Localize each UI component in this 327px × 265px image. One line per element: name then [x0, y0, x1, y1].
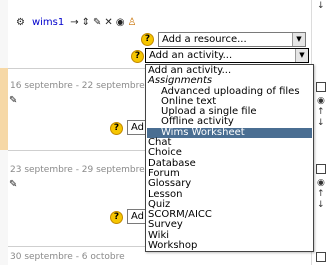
- wims-module-icon: ⚙: [16, 16, 25, 28]
- week-title: 16 septembre - 22 septembre: [10, 81, 145, 91]
- edit-icon[interactable]: ✎: [9, 179, 17, 190]
- chevron-down-icon: ▼: [292, 33, 305, 46]
- section-strip-week2: [0, 150, 8, 246]
- eye-icon[interactable]: ◉: [317, 179, 325, 188]
- add-activity-select-week1[interactable]: Ad: [127, 120, 145, 135]
- add-activity-select[interactable]: Add an activity... ▼: [145, 48, 309, 63]
- edit-icon[interactable]: ✎: [9, 95, 17, 106]
- section-strip-week3: [0, 246, 8, 265]
- section-strip-week1: [0, 68, 8, 150]
- eye-icon[interactable]: ◉: [116, 17, 125, 28]
- week-title: 23 septembre - 29 septembre: [10, 165, 145, 175]
- dropdown-option[interactable]: Survey: [147, 220, 312, 231]
- dropdown-option[interactable]: Lesson: [147, 189, 312, 200]
- eye-icon[interactable]: ◉: [317, 97, 325, 106]
- move-arrow-icon[interactable]: →: [70, 17, 78, 28]
- help-icon[interactable]: ?: [141, 33, 154, 46]
- week-title: 30 septembre - 6 octobre: [10, 252, 125, 262]
- help-icon[interactable]: ?: [131, 50, 144, 63]
- highlight-checkbox[interactable]: [316, 82, 326, 92]
- add-activity-select-week2[interactable]: Ad: [127, 209, 145, 224]
- activity-dropdown-list: Add an activity... Assignments Advanced …: [145, 64, 314, 252]
- arrow-down-icon[interactable]: ↓: [317, 201, 325, 210]
- highlight-checkbox[interactable]: [316, 252, 326, 262]
- edit-icon[interactable]: ✎: [93, 17, 101, 28]
- user-icon[interactable]: ♙: [128, 17, 137, 28]
- dropdown-option[interactable]: Workshop: [147, 240, 312, 251]
- highlight-checkbox[interactable]: [316, 164, 326, 174]
- section-strip-top: [0, 0, 8, 68]
- arrow-down-icon[interactable]: ↓: [317, 119, 325, 128]
- delete-icon[interactable]: ✕: [104, 17, 112, 28]
- move-icon[interactable]: ⇕: [82, 17, 90, 28]
- chevron-down-icon: ▼: [295, 49, 308, 62]
- arrow-up-icon[interactable]: ↑: [317, 108, 325, 117]
- help-icon[interactable]: ?: [110, 122, 123, 135]
- arrow-down-icon[interactable]: ↓: [317, 2, 325, 11]
- help-icon[interactable]: ?: [110, 211, 123, 224]
- wims-link[interactable]: wims1: [32, 17, 64, 28]
- dropdown-option-selected[interactable]: Wims Worksheet: [147, 127, 312, 139]
- resource-row: ⚙ wims1 → ⇕ ✎ ✕ ◉ ♙: [16, 14, 140, 30]
- add-resource-select[interactable]: Add a resource... ▼: [158, 32, 306, 47]
- arrow-up-icon[interactable]: ↑: [317, 190, 325, 199]
